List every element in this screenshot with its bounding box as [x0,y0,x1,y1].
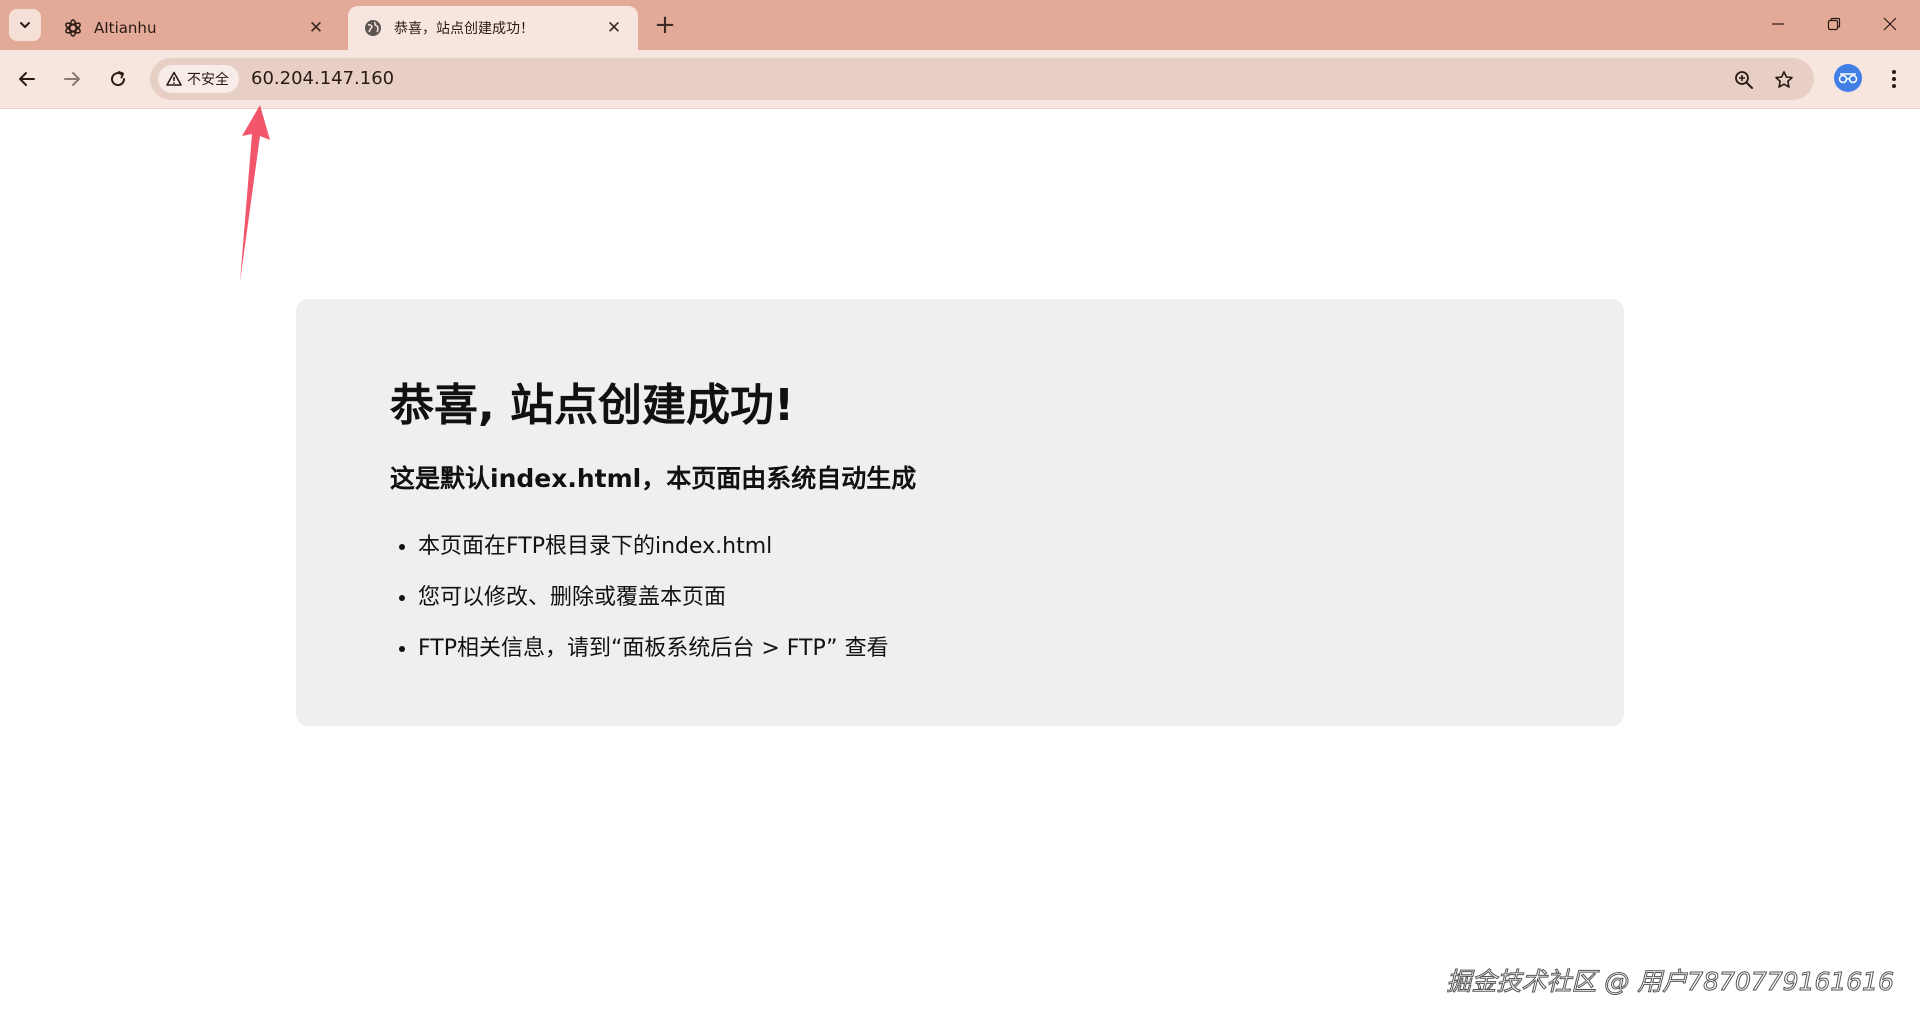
tab-aitianhu[interactable]: AItianhu ✕ [48,6,340,50]
close-window-button[interactable] [1870,8,1910,40]
tab-site-created[interactable]: 恭喜，站点创建成功！ ✕ [348,6,638,50]
browser-toolbar: 不安全 60.204.147.160 [0,50,1920,109]
info-list: 本页面在FTP根目录下的index.html 您可以修改、删除或覆盖本页面 FT… [390,521,1530,674]
zoom-in-icon [1735,71,1753,89]
tab-strip: AItianhu ✕ 恭喜，站点创建成功！ ✕ + [0,0,1920,50]
reload-icon [111,71,126,87]
new-tab-button[interactable]: + [650,10,680,40]
restore-button[interactable] [1814,8,1854,40]
list-item: 本页面在FTP根目录下的index.html [418,521,1530,572]
watermark: 掘金技术社区 @ 用户7870779161616 [1446,967,1895,997]
tab-title: 恭喜，站点创建成功！ [394,21,534,37]
chevron-down-icon [20,22,30,28]
reload-button[interactable] [103,64,133,94]
close-tab-icon[interactable]: ✕ [602,16,626,40]
security-indicator[interactable]: 不安全 [158,65,239,93]
list-item: 您可以修改、删除或覆盖本页面 [418,572,1530,623]
restore-icon [1827,17,1841,31]
browser-menu-button[interactable] [1880,64,1908,94]
arrow-right-icon [64,72,80,86]
incognito-glasses-icon [1838,73,1858,84]
arrow-left-icon [19,72,35,86]
zoom-button[interactable] [1731,67,1757,93]
content-card: 恭喜, 站点创建成功! 这是默认index.html，本页面由系统自动生成 本页… [296,299,1624,726]
forward-button[interactable] [57,64,87,94]
more-vertical-icon [1892,70,1896,88]
openai-icon [62,17,84,39]
list-item: FTP相关信息，请到“面板系统后台 > FTP” 查看 [418,623,1530,674]
page-title: 恭喜, 站点创建成功! [390,380,795,431]
close-tab-icon[interactable]: ✕ [304,16,328,40]
security-label: 不安全 [187,72,229,88]
globe-icon [362,17,384,39]
star-icon [1775,71,1793,88]
close-icon [1883,17,1897,31]
tab-search-button[interactable] [9,9,41,41]
address-bar[interactable]: 不安全 60.204.147.160 [150,58,1814,100]
profile-avatar[interactable] [1834,64,1862,92]
warning-icon [166,71,182,87]
bookmark-button[interactable] [1771,67,1797,93]
url-text[interactable]: 60.204.147.160 [251,58,394,100]
back-button[interactable] [12,64,42,94]
minimize-icon [1772,23,1784,25]
tab-title: AItianhu [94,19,157,37]
minimize-button[interactable] [1758,8,1798,40]
page-subtitle: 这是默认index.html，本页面由系统自动生成 [390,464,917,493]
annotation-arrow-icon [240,105,270,282]
